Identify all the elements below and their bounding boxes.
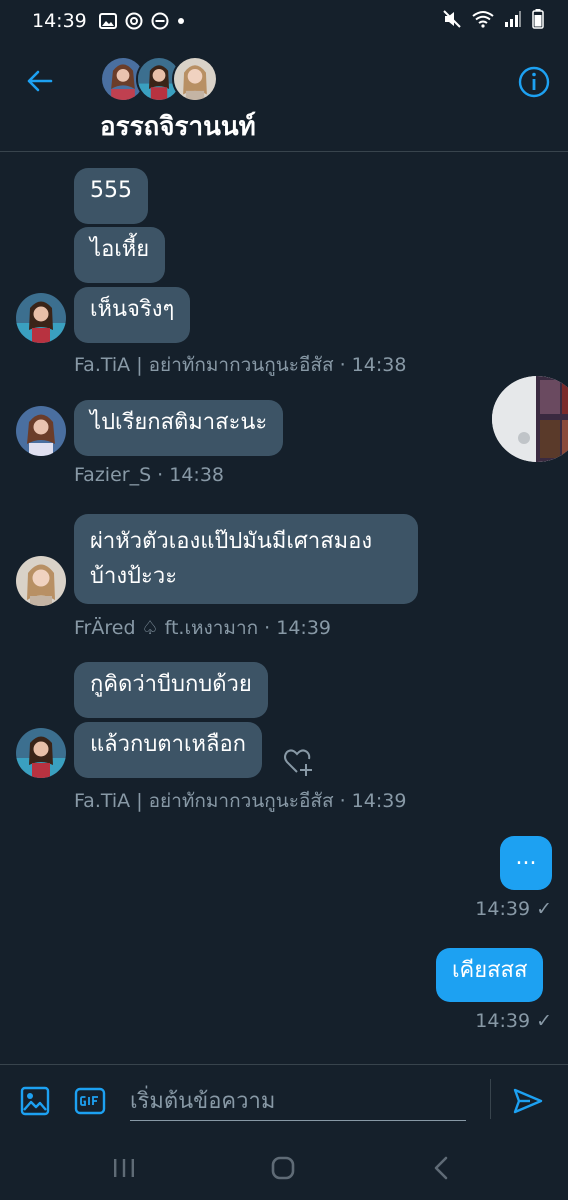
mute-icon: [442, 9, 462, 34]
avatar[interactable]: [16, 293, 66, 343]
message-bubble[interactable]: ...: [500, 836, 552, 890]
message-input[interactable]: เริ่มต้นข้อความ: [130, 1083, 466, 1121]
status-bar: 14:39: [0, 0, 568, 42]
message-meta: Fazier_S · 14:38: [74, 464, 225, 486]
back-button[interactable]: [22, 64, 56, 98]
home-icon: [271, 1156, 295, 1180]
add-gif-button[interactable]: [74, 1085, 106, 1117]
message-bubble[interactable]: ไปเรียกสติมาสะนะ: [74, 400, 284, 456]
message-line: ผ่าหัวตัวเองแป๊ปมันมีเศาสมอง: [90, 529, 373, 554]
gif-icon: [74, 1087, 106, 1115]
avatar[interactable]: [16, 728, 66, 778]
message-bubble[interactable]: เคียสสส: [436, 948, 544, 1002]
add-photo-button[interactable]: [19, 1085, 51, 1117]
message-meta: 14:39 ✓: [475, 1010, 552, 1032]
avatar[interactable]: [16, 406, 66, 456]
info-icon: [518, 66, 550, 98]
message-meta: 14:39 ✓: [475, 898, 552, 920]
message-line: บ้างป้ะวะ: [90, 564, 178, 589]
home-button[interactable]: [267, 1152, 299, 1184]
message-composer: เริ่มต้นข้อความ: [0, 1064, 568, 1136]
divider: [490, 1079, 491, 1119]
message-bubble[interactable]: แล้วกบตาเหลือก: [74, 722, 262, 778]
image-icon: [20, 1086, 50, 1116]
group-avatars[interactable]: [100, 56, 220, 104]
gallery-notification-icon: [98, 13, 117, 29]
status-time: 14:39: [32, 10, 87, 32]
message-bubble[interactable]: กูคิดว่าบีบกบด้วย: [74, 662, 268, 718]
send-icon: [513, 1088, 543, 1114]
message-bubble[interactable]: ไอเหี้ย: [74, 227, 166, 283]
recent-apps-icon: [114, 1159, 134, 1177]
heart-plus-icon: [284, 749, 312, 776]
message-meta: FrÄred ♤ ft.เหงามาก · 14:39: [74, 617, 331, 639]
back-nav-button[interactable]: [426, 1152, 458, 1184]
conversation-header: อรรถจิรานนท์: [0, 42, 568, 152]
battery-icon: [532, 8, 544, 34]
conversation-title: อรรถจิรานนท์: [100, 112, 256, 142]
signal-icon: [504, 10, 522, 33]
message-meta: Fa.TiA | อย่าทักมากวนกูนะอีสัส · 14:38: [74, 354, 407, 376]
info-button[interactable]: [516, 64, 552, 100]
floating-chat-head[interactable]: [492, 376, 568, 462]
system-nav-bar: [0, 1136, 568, 1200]
avatar[interactable]: [16, 556, 66, 606]
recent-apps-button[interactable]: [108, 1152, 140, 1184]
at-sign-icon: [125, 12, 143, 30]
notification-dot-icon: [177, 17, 185, 25]
message-bubble[interactable]: 555: [74, 168, 148, 224]
message-bubble[interactable]: ผ่าหัวตัวเองแป๊ปมันมีเศาสมอง บ้างป้ะวะ: [74, 514, 418, 604]
message-bubble[interactable]: เห็นจริงๆ: [74, 287, 191, 343]
do-not-disturb-icon: [151, 12, 169, 30]
chevron-left-icon: [434, 1156, 448, 1180]
back-arrow-icon: [27, 70, 53, 92]
send-button[interactable]: [512, 1085, 544, 1117]
message-meta: Fa.TiA | อย่าทักมากวนกูนะอีสัส · 14:39: [74, 790, 407, 812]
avatar: [172, 56, 218, 102]
wifi-icon: [472, 10, 494, 33]
add-reaction-button[interactable]: [282, 746, 316, 778]
